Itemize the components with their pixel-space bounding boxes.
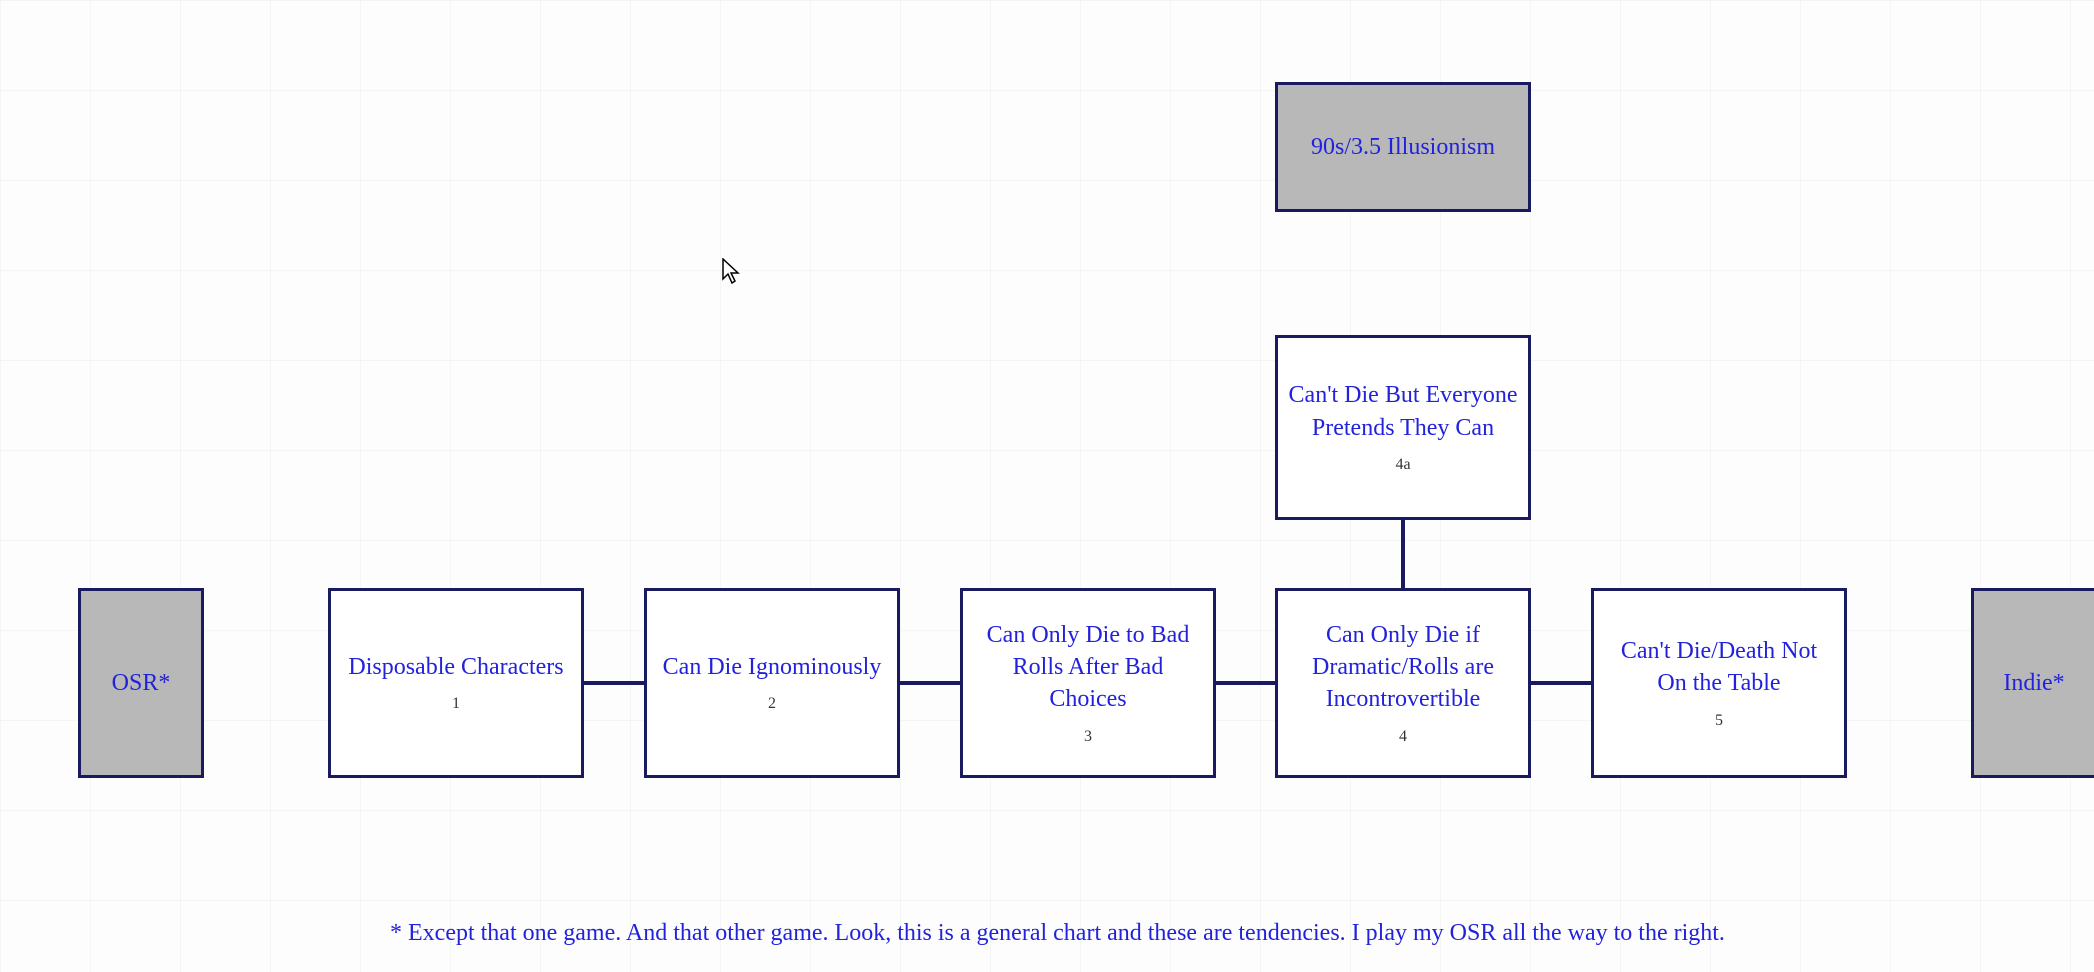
node-3: Can Only Die to Bad Rolls After Bad Choi…	[960, 588, 1216, 778]
node-sublabel: 4	[1399, 726, 1407, 748]
background-grid	[0, 0, 2094, 972]
connector-h	[1531, 681, 1591, 685]
node-1: Disposable Characters 1	[328, 588, 584, 778]
node-label: Disposable Characters	[348, 651, 563, 683]
node-2: Can Die Ignominously 2	[644, 588, 900, 778]
connector-h	[900, 681, 960, 685]
node-label: OSR*	[112, 667, 171, 699]
node-osr: OSR*	[78, 588, 204, 778]
node-illusionism: 90s/3.5 Illusionism	[1275, 82, 1531, 212]
node-label: Can't Die/Death Not On the Table	[1604, 635, 1834, 700]
node-sublabel: 1	[452, 693, 460, 715]
node-label: Can't Die But Everyone Pretends They Can	[1288, 379, 1518, 444]
node-sublabel: 4a	[1395, 454, 1410, 476]
node-sublabel: 2	[768, 693, 776, 715]
node-sublabel: 5	[1715, 710, 1723, 732]
node-4: Can Only Die if Dramatic/Rolls are Incon…	[1275, 588, 1531, 778]
connector-h	[1216, 681, 1275, 685]
connector-h	[584, 681, 644, 685]
connector-vertical	[1401, 520, 1405, 588]
node-sublabel: 3	[1084, 726, 1092, 748]
node-5: Can't Die/Death Not On the Table 5	[1591, 588, 1847, 778]
footnote-text: * Except that one game. And that other g…	[390, 920, 1725, 947]
node-4a: Can't Die But Everyone Pretends They Can…	[1275, 335, 1531, 520]
node-label: 90s/3.5 Illusionism	[1311, 131, 1495, 163]
node-label: Indie*	[2003, 667, 2064, 699]
node-label: Can Die Ignominously	[663, 651, 882, 683]
node-label: Can Only Die if Dramatic/Rolls are Incon…	[1288, 619, 1518, 716]
node-label: Can Only Die to Bad Rolls After Bad Choi…	[973, 619, 1203, 716]
node-indie: Indie*	[1971, 588, 2094, 778]
